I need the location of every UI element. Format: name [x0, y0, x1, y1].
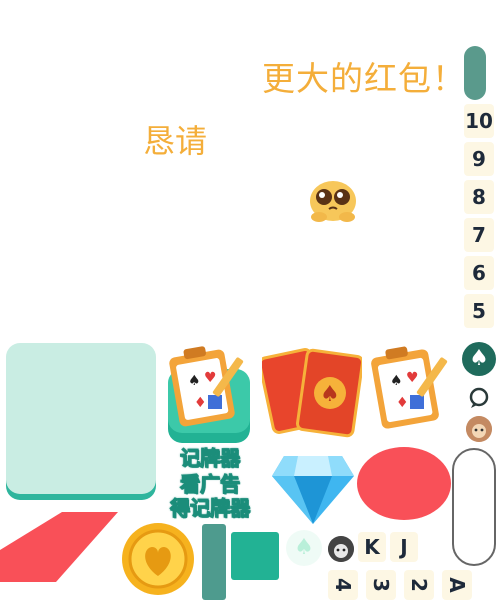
pleading-emoji-icon: [310, 181, 356, 222]
card-rank-J[interactable]: J: [390, 532, 418, 562]
diamond-icon[interactable]: [270, 452, 356, 526]
svg-text:♠: ♠: [320, 382, 340, 407]
toggle-pill[interactable]: [452, 448, 496, 566]
title-text: 更大的红包！: [262, 59, 466, 98]
red-stripe-decoration: [0, 512, 118, 582]
red-cards-icon[interactable]: ♠: [262, 345, 362, 440]
svg-text:♦: ♦: [396, 395, 409, 411]
spade-icon[interactable]: ♠: [462, 342, 496, 376]
teal-box[interactable]: [231, 532, 279, 580]
svg-text:♥: ♥: [204, 370, 217, 386]
svg-text:♠: ♠: [390, 373, 403, 389]
scrollbar-thumb[interactable]: [464, 46, 486, 100]
info-panel: [6, 343, 156, 494]
red-button[interactable]: [357, 447, 451, 520]
card-rank-10[interactable]: 10: [464, 104, 494, 138]
card-recorder-icon[interactable]: ♠ ♥ ♦: [166, 345, 252, 445]
svg-text:♥: ♥: [406, 370, 419, 386]
card-rank-5[interactable]: 5: [464, 294, 494, 328]
card-rank-6[interactable]: 6: [464, 256, 494, 290]
card-rank-9[interactable]: 9: [464, 142, 494, 176]
card-recorder-ad-icon[interactable]: ♠ ♥ ♦: [370, 345, 456, 435]
svg-text:♦: ♦: [194, 395, 207, 411]
spade-faded-icon: ♠: [286, 530, 322, 566]
card-rank-K[interactable]: K: [358, 532, 386, 562]
card-rank-7[interactable]: 7: [464, 218, 494, 252]
svg-text:♠: ♠: [188, 373, 201, 389]
card-rank-2[interactable]: 2: [404, 570, 434, 600]
card-rank-A[interactable]: A: [442, 570, 472, 600]
get-recorder-label: 得记牌器: [170, 496, 251, 521]
card-rank-4[interactable]: 4: [328, 570, 358, 600]
opponent-avatar-icon[interactable]: [328, 536, 354, 562]
recorder-label: 记牌器: [180, 446, 241, 471]
card-rank-3[interactable]: 3: [366, 570, 396, 600]
gold-coin-icon[interactable]: [121, 522, 195, 596]
card-rank-8[interactable]: 8: [464, 180, 494, 214]
chat-icon[interactable]: [466, 385, 492, 411]
watch-ad-label: 看广告: [180, 472, 241, 497]
plead-text: 恳请: [143, 122, 208, 160]
teal-bar: [202, 524, 226, 600]
player-avatar-icon[interactable]: [466, 416, 492, 442]
